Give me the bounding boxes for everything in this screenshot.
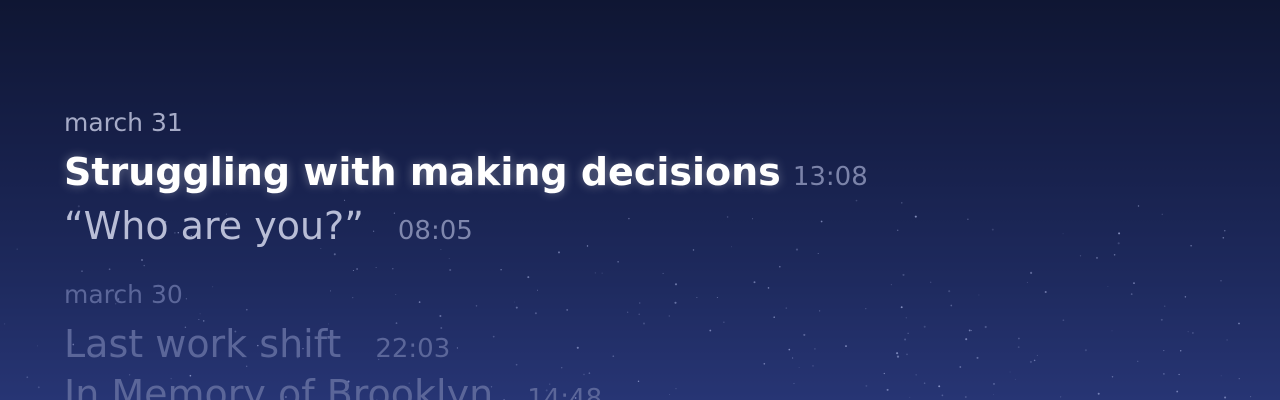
entry-time: 14:48 — [527, 384, 603, 400]
entry-title: “Who are you?” — [64, 204, 364, 248]
entry-item-last-work-shift[interactable]: Last work shift 22:03 — [64, 322, 450, 366]
entry-title: Last work shift — [64, 322, 342, 366]
entry-title: Struggling with making decisions — [64, 150, 781, 194]
date-heading-march-30: march 30 — [64, 280, 183, 309]
entry-time: 13:08 — [792, 162, 868, 192]
entry-item-who-are-you[interactable]: “Who are you?” 08:05 — [64, 204, 473, 248]
entry-item-struggling[interactable]: Struggling with making decisions 13:08 — [64, 150, 868, 194]
entry-time: 08:05 — [397, 216, 473, 246]
entry-item-in-memory-of-brooklyn[interactable]: In Memory of Brooklyn 14:48 — [64, 372, 602, 400]
date-heading-march-31: march 31 — [64, 108, 183, 137]
entry-time: 22:03 — [375, 334, 451, 364]
entry-title: In Memory of Brooklyn — [64, 372, 494, 400]
